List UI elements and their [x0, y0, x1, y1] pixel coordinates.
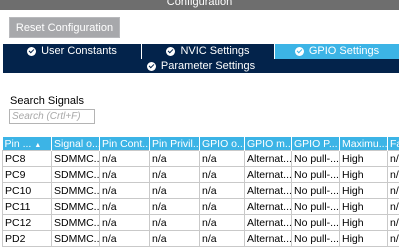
- cell-pin: PC9: [2, 166, 52, 183]
- cell-gpio-pull: No pull-...: [291, 182, 340, 199]
- cell-signal: SDMMC...: [51, 150, 100, 167]
- table-row[interactable]: PD2 SDMMC... n/a n/a n/a Alternat... No …: [2, 230, 399, 247]
- cell-pin-context: n/a: [99, 166, 150, 183]
- check-circle-icon: [27, 47, 37, 56]
- search-signals-input[interactable]: [9, 109, 95, 124]
- cell-pin-privilege: n/a: [149, 214, 200, 231]
- cell-gpio-output: n/a: [199, 198, 245, 215]
- reset-configuration-button[interactable]: Reset Configuration: [9, 17, 120, 38]
- tab-label: Parameter Settings: [160, 60, 256, 72]
- column-header-gpio-mode[interactable]: GPIO m...: [244, 137, 292, 151]
- cell-gpio-mode: Alternat...: [244, 214, 292, 231]
- cell-gpio-mode: Alternat...: [244, 198, 292, 215]
- cell-pin-context: n/a: [99, 150, 150, 167]
- cell-gpio-pull: No pull-...: [291, 214, 340, 231]
- cell-gpio-output: n/a: [199, 150, 245, 167]
- column-header-maximum-speed[interactable]: Maximu...: [339, 137, 388, 151]
- tab-user-constants[interactable]: User Constants: [3, 44, 142, 59]
- cell-gpio-output: n/a: [199, 182, 245, 199]
- cell-gpio-output: n/a: [199, 214, 245, 231]
- cell-pin-context: n/a: [99, 182, 150, 199]
- cell-pin: PC11: [2, 198, 52, 215]
- column-header-pin-context[interactable]: Pin Cont...: [99, 137, 150, 151]
- tab-parameter-settings[interactable]: Parameter Settings: [3, 59, 399, 73]
- cell-fast-mode: n/a: [387, 182, 399, 199]
- cell-fast-mode: n/a: [387, 166, 399, 183]
- cell-fast-mode: n/a: [387, 230, 399, 247]
- cell-maximum-speed: High: [339, 150, 388, 167]
- table-row[interactable]: PC11 SDMMC... n/a n/a n/a Alternat... No…: [2, 198, 399, 215]
- tab-bar: User Constants NVIC Settings GPIO Settin…: [3, 44, 399, 59]
- cell-gpio-output: n/a: [199, 230, 245, 247]
- cell-signal: SDMMC...: [51, 182, 100, 199]
- cell-pin: PD2: [2, 230, 52, 247]
- table-row[interactable]: PC10 SDMMC... n/a n/a n/a Alternat... No…: [2, 182, 399, 199]
- column-header-pin-privilege[interactable]: Pin Privil...: [149, 137, 200, 151]
- table-header-row: Pin ... ▲ Signal o... Pin Cont... Pin Pri…: [2, 137, 399, 151]
- cell-maximum-speed: High: [339, 214, 388, 231]
- gpio-signals-table: Pin ... ▲ Signal o... Pin Cont... Pin Pri…: [2, 137, 399, 247]
- cell-pin-context: n/a: [99, 230, 150, 247]
- cell-pin-privilege: n/a: [149, 166, 200, 183]
- tab-label: GPIO Settings: [308, 45, 380, 57]
- column-header-fast-mode[interactable]: Fa: [387, 137, 399, 151]
- cell-pin: PC12: [2, 214, 52, 231]
- cell-gpio-mode: Alternat...: [244, 230, 292, 247]
- cell-signal: SDMMC...: [51, 198, 100, 215]
- cell-gpio-output: n/a: [199, 166, 245, 183]
- cell-fast-mode: n/a: [387, 214, 399, 231]
- window-title: Configuration: [166, 0, 233, 8]
- column-header-pin[interactable]: Pin ... ▲: [2, 137, 52, 151]
- cell-gpio-mode: Alternat...: [244, 182, 292, 199]
- cell-maximum-speed: High: [339, 198, 388, 215]
- table-row[interactable]: PC8 SDMMC... n/a n/a n/a Alternat... No …: [2, 150, 399, 167]
- tab-label: User Constants: [41, 45, 117, 57]
- cell-pin: PC10: [2, 182, 52, 199]
- cell-pin-privilege: n/a: [149, 230, 200, 247]
- cell-pin-context: n/a: [99, 198, 150, 215]
- cell-fast-mode: n/a: [387, 198, 399, 215]
- tab-label: NVIC Settings: [180, 45, 250, 57]
- cell-pin: PC8: [2, 150, 52, 167]
- sort-ascending-icon: ▲: [34, 141, 42, 149]
- check-circle-icon: [146, 61, 156, 71]
- cell-signal: SDMMC...: [51, 230, 100, 247]
- cell-gpio-pull: No pull-...: [291, 150, 340, 167]
- cell-signal: SDMMC...: [51, 214, 100, 231]
- cell-pin-privilege: n/a: [149, 150, 200, 167]
- column-header-signal[interactable]: Signal o...: [51, 137, 100, 151]
- cell-gpio-mode: Alternat...: [244, 150, 292, 167]
- check-circle-icon: [166, 47, 176, 56]
- column-header-gpio-output[interactable]: GPIO o...: [199, 137, 245, 151]
- cell-maximum-speed: High: [339, 230, 388, 247]
- cell-pin-privilege: n/a: [149, 182, 200, 199]
- cell-maximum-speed: High: [339, 166, 388, 183]
- table-row[interactable]: PC12 SDMMC... n/a n/a n/a Alternat... No…: [2, 214, 399, 231]
- cell-signal: SDMMC...: [51, 166, 100, 183]
- check-circle-icon: [294, 47, 304, 56]
- cell-maximum-speed: High: [339, 182, 388, 199]
- cell-pin-privilege: n/a: [149, 198, 200, 215]
- window-title-bar: Configuration: [0, 0, 399, 10]
- cell-gpio-pull: No pull-...: [291, 198, 340, 215]
- cell-gpio-mode: Alternat...: [244, 166, 292, 183]
- column-header-gpio-pull[interactable]: GPIO P...: [291, 137, 340, 151]
- search-signals-label: Search Signals: [10, 95, 84, 107]
- cell-fast-mode: n/a: [387, 150, 399, 167]
- tab-bar-row2: Parameter Settings: [3, 59, 399, 73]
- tab-nvic-settings[interactable]: NVIC Settings: [142, 44, 275, 59]
- tab-gpio-settings[interactable]: GPIO Settings: [275, 44, 399, 59]
- cell-pin-context: n/a: [99, 214, 150, 231]
- cell-gpio-pull: No pull-...: [291, 230, 340, 247]
- table-row[interactable]: PC9 SDMMC... n/a n/a n/a Alternat... No …: [2, 166, 399, 183]
- cell-gpio-pull: No pull-...: [291, 166, 340, 183]
